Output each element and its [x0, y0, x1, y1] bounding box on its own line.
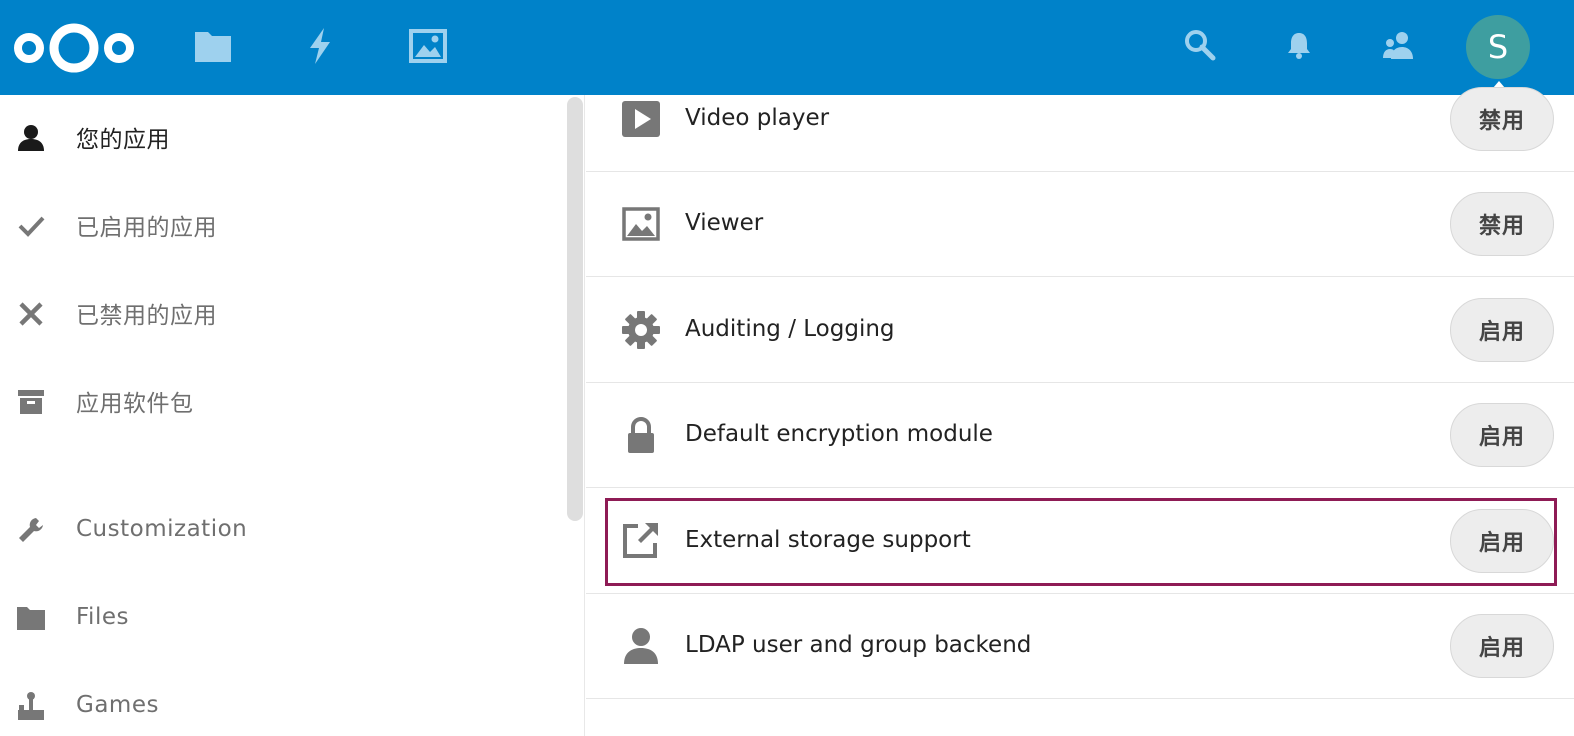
- joystick-icon: [16, 691, 46, 721]
- app-name: LDAP user and group backend: [685, 632, 1032, 658]
- app-row-viewer: Viewer 禁用: [586, 172, 1574, 277]
- external-link-icon: [621, 520, 661, 560]
- app-name: Default encryption module: [685, 421, 993, 447]
- sidebar-item-enabled-apps[interactable]: 已启用的应用: [0, 195, 565, 255]
- app-name: Viewer: [685, 210, 764, 236]
- app-name: Video player: [685, 105, 830, 131]
- app-row-external-storage-support: External storage support 启用: [586, 489, 1574, 594]
- app-row-ldap-user-and-group-backend: LDAP user and group backend 启用: [586, 594, 1574, 699]
- app-row-video-player: Video player 禁用: [586, 67, 1574, 172]
- folder-icon[interactable]: [193, 26, 233, 66]
- disable-button[interactable]: 禁用: [1450, 87, 1554, 151]
- sidebar-item-files[interactable]: Files: [0, 587, 565, 647]
- user-icon: [621, 626, 661, 666]
- enable-button[interactable]: 启用: [1450, 403, 1554, 467]
- app-name: Auditing / Logging: [685, 316, 895, 342]
- app-name: External storage support: [685, 527, 971, 553]
- sidebar-item-customization[interactable]: Customization: [0, 499, 565, 559]
- avatar-initial: S: [1487, 28, 1509, 66]
- bell-icon[interactable]: [1281, 27, 1317, 63]
- enable-button[interactable]: 启用: [1450, 509, 1554, 573]
- sidebar-item-games[interactable]: Games: [0, 675, 565, 735]
- enable-button[interactable]: 启用: [1450, 614, 1554, 678]
- sidebar-item-label: Files: [76, 604, 129, 630]
- sidebar-item-label: 已禁用的应用: [76, 303, 217, 329]
- nextcloud-logo[interactable]: [12, 22, 136, 74]
- disable-button[interactable]: 禁用: [1450, 192, 1554, 256]
- sidebar-item-label: 应用软件包: [76, 391, 194, 417]
- play-icon: [621, 99, 661, 139]
- sidebar-item-label: Games: [76, 692, 159, 718]
- sidebar-item-label: Customization: [76, 516, 248, 542]
- wrench-icon: [16, 515, 46, 545]
- user-icon: [16, 123, 46, 153]
- sidebar-item-your-apps[interactable]: 您的应用: [0, 107, 565, 167]
- enable-button[interactable]: 启用: [1450, 298, 1554, 362]
- archive-icon: [16, 387, 46, 417]
- folder-icon: [16, 603, 46, 633]
- gear-icon: [621, 310, 661, 350]
- app-row-auditing-logging: Auditing / Logging 启用: [586, 278, 1574, 383]
- sidebar-scrollbar[interactable]: [567, 97, 583, 521]
- app-list: Video player 禁用 Viewer 禁用 Auditing / Log…: [586, 87, 1574, 736]
- image-icon[interactable]: [408, 26, 448, 66]
- sidebar-item-label: 已启用的应用: [76, 215, 217, 241]
- app-categories-sidebar: 您的应用 已启用的应用 已禁用的应用 应用软件包 Customization F…: [0, 95, 585, 736]
- app-row-default-encryption-module: Default encryption module 启用: [586, 383, 1574, 488]
- sidebar-item-app-bundles[interactable]: 应用软件包: [0, 371, 565, 431]
- lock-icon: [621, 415, 661, 455]
- image-icon: [621, 204, 661, 244]
- lightning-icon[interactable]: [300, 26, 340, 66]
- contacts-icon[interactable]: [1380, 27, 1416, 63]
- sidebar-item-disabled-apps[interactable]: 已禁用的应用: [0, 283, 565, 343]
- search-icon[interactable]: [1182, 27, 1218, 63]
- check-icon: [16, 211, 46, 241]
- close-icon: [16, 299, 46, 329]
- sidebar-item-label: 您的应用: [76, 127, 170, 153]
